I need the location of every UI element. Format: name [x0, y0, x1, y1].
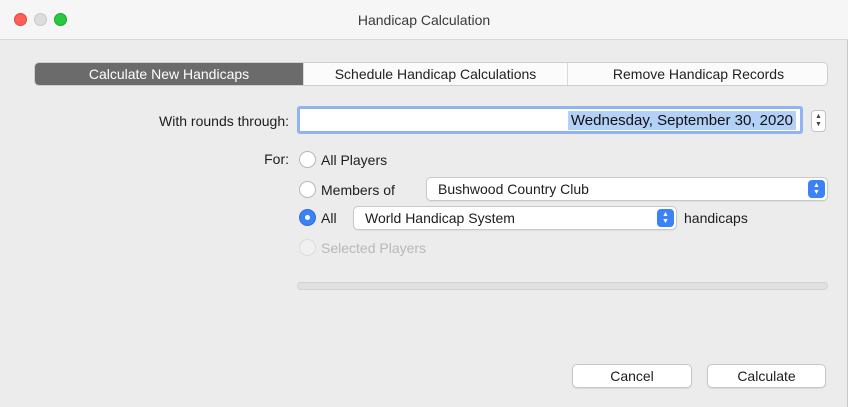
rounds-through-label: With rounds through: — [159, 113, 289, 129]
rounds-through-date-value: Wednesday, September 30, 2020 — [567, 110, 796, 130]
title-bar: Handicap Calculation — [0, 0, 848, 40]
stepper-up-icon[interactable]: ▲ — [815, 113, 822, 121]
club-select-value: Bushwood Country Club — [438, 181, 589, 197]
selected-players-label: Selected Players — [321, 240, 427, 256]
calculate-button[interactable]: Calculate — [707, 364, 826, 388]
members-of-radio[interactable] — [299, 181, 316, 198]
window-title: Handicap Calculation — [357, 12, 491, 28]
chevron-updown-icon[interactable]: ▲ ▼ — [657, 209, 674, 227]
club-select[interactable]: Bushwood Country Club ▲ ▼ — [426, 177, 828, 201]
selected-players-radio — [299, 239, 316, 256]
chevron-updown-icon[interactable]: ▲ ▼ — [808, 180, 825, 198]
handicap-system-value: World Handicap System — [365, 210, 515, 226]
rounds-through-date-field[interactable]: Wednesday, September 30, 2020 — [297, 106, 803, 134]
tab-calculate-new-handicaps[interactable]: Calculate New Handicaps — [35, 63, 303, 85]
all-system-radio[interactable] — [299, 209, 316, 226]
all-players-label[interactable]: All Players — [321, 152, 387, 168]
handicaps-suffix-label: handicaps — [684, 210, 748, 226]
tab-schedule-handicap-calculations[interactable]: Schedule Handicap Calculations — [303, 63, 567, 85]
all-players-radio[interactable] — [299, 151, 316, 168]
members-of-label[interactable]: Members of — [321, 182, 395, 198]
date-stepper[interactable]: ▲ ▼ — [811, 110, 826, 132]
stepper-down-icon[interactable]: ▼ — [815, 121, 822, 129]
for-label: For: — [264, 151, 289, 167]
tab-remove-handicap-records[interactable]: Remove Handicap Records — [567, 63, 827, 85]
calculation-progress-bar — [297, 282, 828, 290]
cancel-button[interactable]: Cancel — [572, 364, 692, 388]
all-label[interactable]: All — [321, 210, 337, 226]
handicap-system-select[interactable]: World Handicap System ▲ ▼ — [353, 206, 677, 230]
tab-bar: Calculate New Handicaps Schedule Handica… — [34, 62, 828, 86]
handicap-calculation-window: Handicap Calculation Calculate New Handi… — [0, 0, 848, 407]
